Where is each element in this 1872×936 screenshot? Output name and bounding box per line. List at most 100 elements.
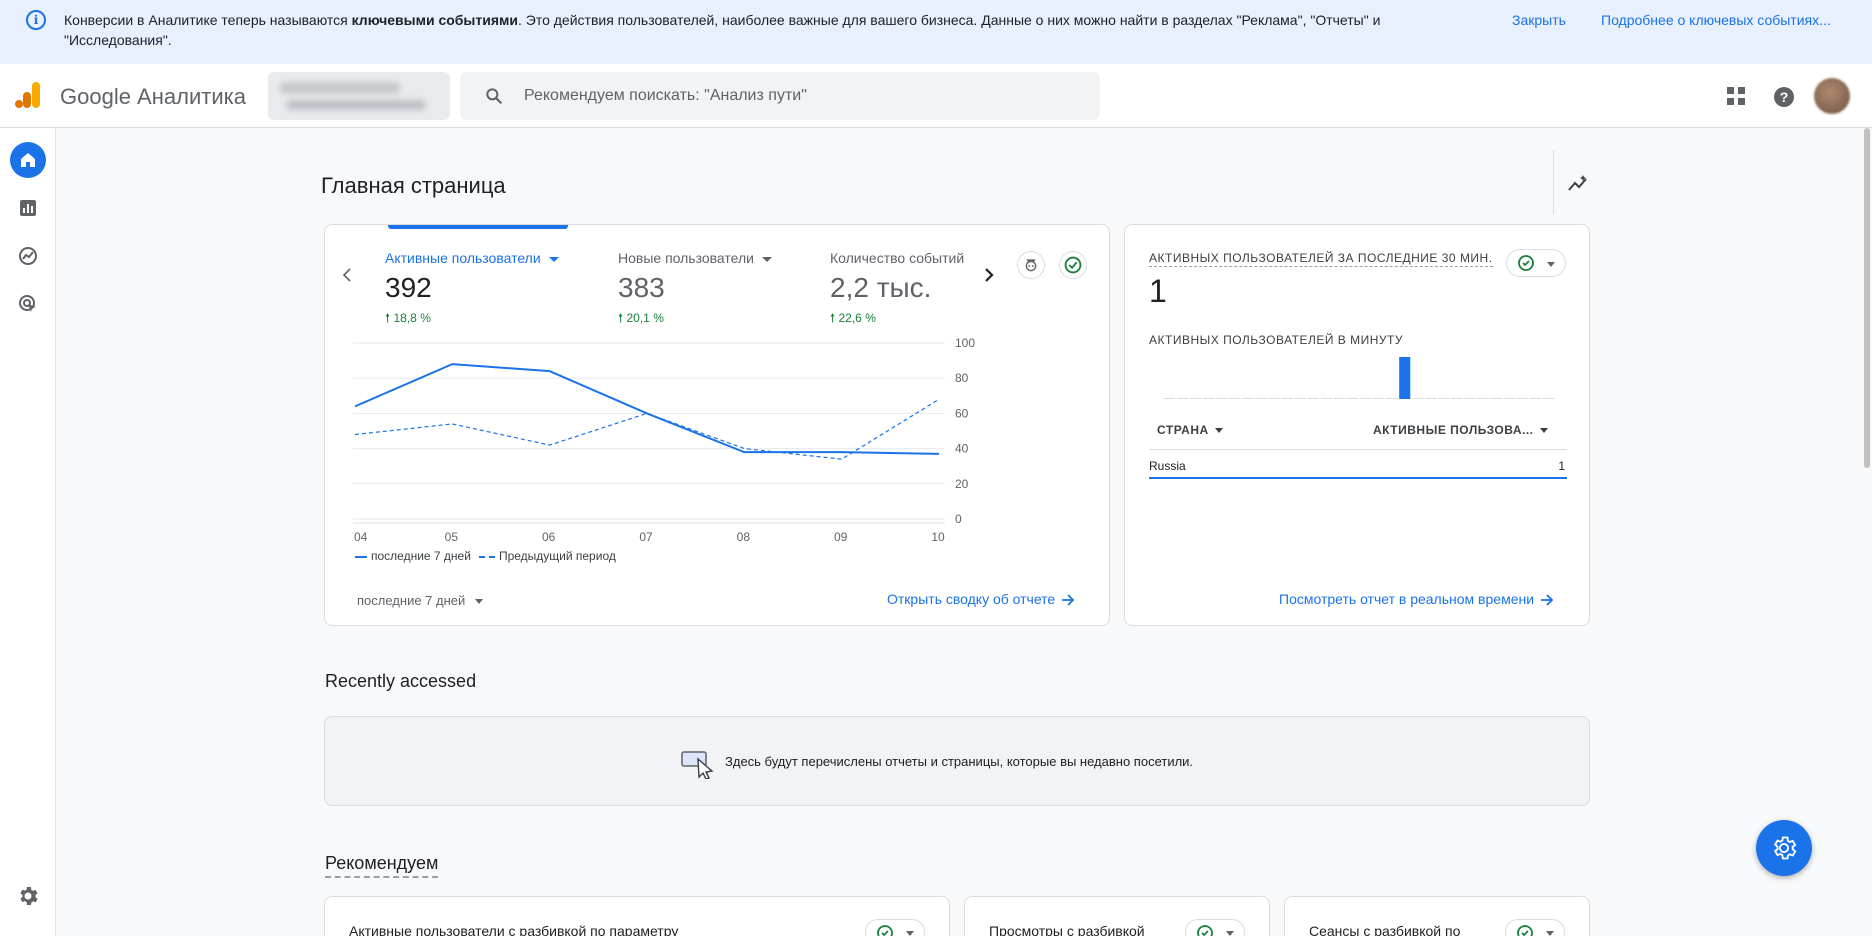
nav-advertising-button[interactable] bbox=[10, 286, 46, 322]
banner-close-link[interactable]: Закрыть bbox=[1512, 10, 1566, 30]
page-title: Главная страница bbox=[321, 173, 506, 198]
realtime-compare-button[interactable] bbox=[1506, 249, 1566, 277]
nav-reports-button[interactable] bbox=[10, 190, 46, 226]
scrollbar[interactable] bbox=[1864, 128, 1870, 468]
minute-bar bbox=[1242, 398, 1254, 399]
minute-bar bbox=[1490, 398, 1502, 399]
recommended-section-title[interactable]: Рекомендуем bbox=[325, 852, 439, 878]
search-bar[interactable]: Рекомендуем поискать: "Анализ пути" bbox=[460, 72, 1100, 120]
compare-button[interactable] bbox=[865, 919, 925, 936]
compare-button[interactable] bbox=[1185, 919, 1245, 936]
svg-text:?: ? bbox=[1780, 89, 1789, 105]
metric-new-users[interactable]: Новые пользователи 383 🠕 20,1 % bbox=[618, 249, 772, 330]
open-report-link[interactable]: Открыть сводку об отчете bbox=[887, 591, 1075, 607]
minute-bar bbox=[1333, 398, 1345, 399]
check-circle-icon bbox=[1197, 925, 1213, 936]
caret-down-icon bbox=[1546, 931, 1554, 936]
y-tick-label: 60 bbox=[955, 406, 969, 420]
per-minute-label: АКТИВНЫХ ПОЛЬЗОВАТЕЛЕЙ В МИНУТУ bbox=[1149, 333, 1404, 347]
column-header-active-users[interactable]: АКТИВНЫЕ ПОЛЬЗОВА... bbox=[1373, 423, 1548, 437]
banner-learn-more-link[interactable]: Подробнее о ключевых событиях... bbox=[1601, 10, 1831, 30]
y-tick-label: 20 bbox=[955, 477, 969, 491]
metric-active-users[interactable]: Активные пользователи 392 🠕 18,8 % bbox=[385, 249, 559, 330]
caret-down-icon bbox=[475, 599, 484, 605]
x-tick-label: 07 bbox=[639, 530, 653, 541]
settings-gear-icon[interactable] bbox=[16, 884, 40, 908]
check-circle-icon bbox=[1518, 255, 1534, 271]
metric-event-count[interactable]: Количество событий 2,2 тыс. 🠕 22,6 % bbox=[830, 249, 964, 330]
minute-bar bbox=[1425, 398, 1437, 399]
left-nav-rail bbox=[0, 128, 56, 936]
minute-bar bbox=[1255, 398, 1267, 399]
minute-bar bbox=[1203, 398, 1215, 399]
recommended-card-label: Просмотры с разбивкой bbox=[989, 923, 1145, 936]
metric-value: 2,2 тыс. bbox=[830, 272, 932, 303]
chevron-right-icon[interactable] bbox=[979, 265, 999, 285]
recent-empty-state: Здесь будут перечислены отчеты и страниц… bbox=[324, 716, 1590, 806]
table-divider bbox=[1149, 449, 1567, 450]
nav-home-button[interactable] bbox=[10, 142, 46, 178]
empty-message: Здесь будут перечислены отчеты и страниц… bbox=[725, 754, 1194, 769]
analytics-logo-icon[interactable] bbox=[14, 80, 42, 110]
recommended-card[interactable]: Просмотры с разбивкой bbox=[964, 896, 1270, 936]
home-icon bbox=[21, 153, 35, 167]
check-circle-icon bbox=[1517, 925, 1533, 936]
arrow-right-icon bbox=[1541, 594, 1554, 606]
x-tick-label: 09 bbox=[834, 530, 848, 541]
recommended-card[interactable]: Сеансы с разбивкой по bbox=[1284, 896, 1590, 936]
minute-bar bbox=[1503, 398, 1515, 399]
insights-bot-icon[interactable] bbox=[1017, 251, 1045, 279]
caret-down-icon bbox=[548, 256, 559, 262]
metric-label: Активные пользователи bbox=[385, 250, 541, 266]
period-selector[interactable]: последние 7 дней bbox=[357, 593, 484, 608]
minute-bar bbox=[1190, 398, 1202, 399]
compare-button[interactable] bbox=[1505, 919, 1565, 936]
target-cursor-icon bbox=[19, 295, 36, 312]
help-icon[interactable]: ? bbox=[1773, 86, 1795, 108]
account-selector[interactable] bbox=[268, 72, 450, 120]
x-tick-label: 05 bbox=[445, 530, 459, 541]
arrow-right-icon bbox=[1062, 594, 1075, 606]
insights-icon[interactable] bbox=[1566, 172, 1590, 196]
apps-grid-icon[interactable] bbox=[1726, 86, 1746, 106]
caret-down-icon bbox=[1226, 931, 1234, 936]
minute-bar bbox=[1307, 398, 1319, 399]
minute-bar bbox=[1542, 398, 1554, 399]
chevron-left-icon[interactable] bbox=[337, 265, 357, 285]
table-row[interactable]: Russia 1 bbox=[1149, 455, 1567, 479]
arrow-up-icon: 🠕 bbox=[618, 311, 624, 325]
caret-down-icon bbox=[761, 256, 772, 262]
y-tick-label: 100 bbox=[955, 336, 975, 350]
check-circle-icon bbox=[877, 925, 893, 936]
search-input[interactable]: Рекомендуем поискать: "Анализ пути" bbox=[524, 86, 807, 106]
per-minute-bar-chart bbox=[1164, 357, 1554, 399]
realtime-card: АКТИВНЫХ ПОЛЬЗОВАТЕЛЕЙ ЗА ПОСЛЕДНИЕ 30 М… bbox=[1124, 224, 1590, 626]
minute-bar bbox=[1464, 398, 1476, 399]
assistant-fab-button[interactable] bbox=[1756, 820, 1812, 876]
minute-bar bbox=[1268, 398, 1280, 399]
legend-item-current: последние 7 дней bbox=[355, 549, 471, 563]
search-icon bbox=[486, 88, 502, 104]
minute-bar bbox=[1477, 398, 1489, 399]
chart-legend: последние 7 дней Предыдущий период bbox=[355, 549, 616, 563]
y-tick-label: 40 bbox=[955, 442, 969, 456]
arrow-up-icon: 🠕 bbox=[385, 311, 391, 325]
line-chart: 10080604020004050607080910февр. bbox=[353, 336, 975, 541]
bar-chart-icon bbox=[20, 200, 36, 216]
cursor-window-icon bbox=[681, 751, 714, 779]
recommended-card-label: Активные пользователи с разбивкой по пар… bbox=[349, 923, 679, 936]
realtime-report-link[interactable]: Посмотреть отчет в реальном времени bbox=[1279, 591, 1554, 607]
series-line-current bbox=[354, 363, 940, 455]
app-title[interactable]: Google Аналитика bbox=[60, 84, 246, 110]
nav-explore-button[interactable] bbox=[10, 238, 46, 274]
avatar[interactable] bbox=[1814, 78, 1850, 114]
recommended-card[interactable]: Активные пользователи с разбивкой по пар… bbox=[324, 896, 950, 936]
minute-bar bbox=[1386, 398, 1398, 399]
arrow-up-icon: 🠕 bbox=[830, 311, 836, 325]
minute-bar bbox=[1360, 398, 1372, 399]
column-header-country[interactable]: СТРАНА bbox=[1157, 423, 1223, 437]
minute-bar bbox=[1451, 398, 1463, 399]
overview-card: Активные пользователи 392 🠕 18,8 % Новые… bbox=[324, 224, 1110, 626]
minute-bar bbox=[1229, 398, 1241, 399]
check-circle-icon[interactable] bbox=[1059, 251, 1087, 279]
